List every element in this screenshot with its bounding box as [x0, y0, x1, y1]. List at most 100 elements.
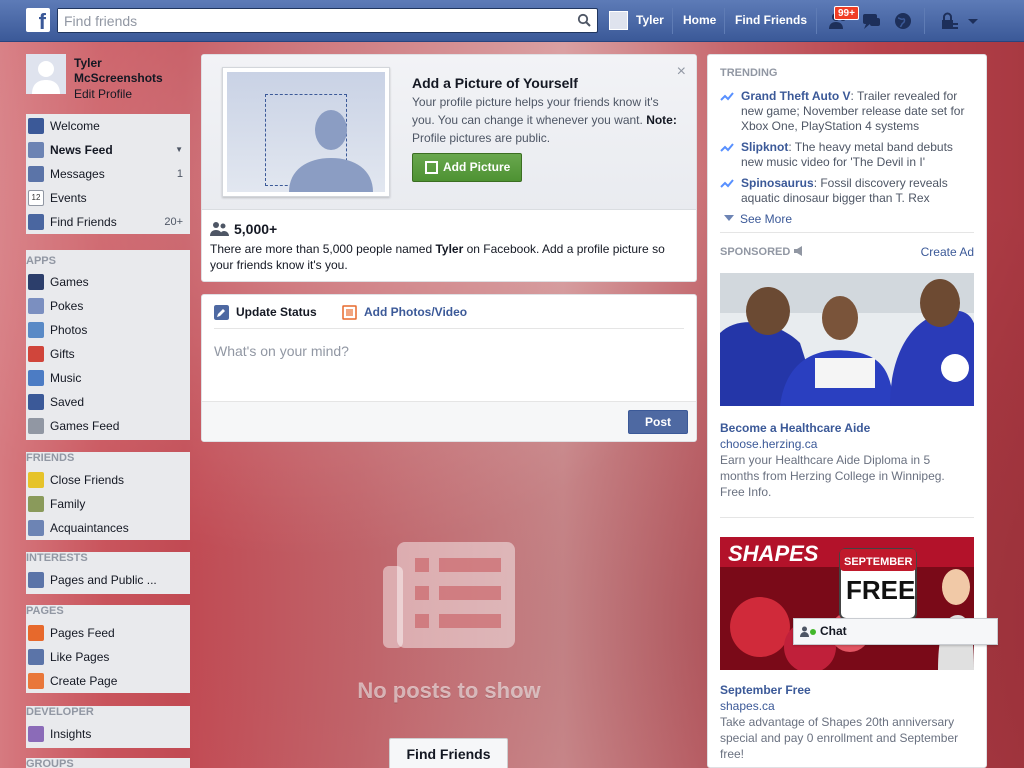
- ad-title[interactable]: September Free: [720, 683, 811, 697]
- sidebar-item-label: Acquaintances: [50, 521, 129, 535]
- trending-title[interactable]: Spinosaurus: [741, 176, 814, 190]
- find-friends-count: 20+: [164, 216, 183, 228]
- tab-add-photos-label: Add Photos/Video: [364, 305, 468, 319]
- post-button[interactable]: Post: [628, 410, 688, 434]
- sidebar-item-games-feed[interactable]: Games Feed: [26, 414, 190, 438]
- home-link[interactable]: Home: [683, 13, 716, 27]
- profile-link[interactable]: Tyler: [636, 13, 664, 27]
- edit-profile-link[interactable]: Edit Profile: [74, 87, 132, 101]
- divider: [720, 232, 974, 233]
- composer-footer: Post: [202, 401, 696, 441]
- notifications-globe-icon[interactable]: [892, 10, 914, 32]
- sidebar-item-create-page[interactable]: Create Page: [26, 669, 190, 693]
- profile-summary: Tyler McScreenshots Edit Profile: [26, 54, 190, 104]
- sidebar-item-games[interactable]: Games: [26, 270, 190, 294]
- tab-update-status[interactable]: Update Status: [214, 305, 317, 320]
- pages-section: PAGES Pages Feed Like Pages Create Page: [26, 605, 190, 693]
- trending-item[interactable]: Spinosaurus: Fossil discovery reveals aq…: [720, 176, 975, 206]
- sidebar-item-insights[interactable]: Insights: [26, 722, 190, 746]
- create-ad-link[interactable]: Create Ad: [921, 245, 974, 259]
- sidebar-item-welcome[interactable]: Welcome: [26, 114, 190, 138]
- person-silhouette-icon: [289, 110, 373, 192]
- sidebar-item-events[interactable]: 12 Events: [26, 186, 190, 210]
- nav-divider: [724, 8, 725, 34]
- close-friends-star-icon: [28, 472, 44, 488]
- sidebar-item-acquaintances[interactable]: Acquaintances: [26, 516, 190, 540]
- messages-icon: [28, 166, 44, 182]
- sidebar-item-label: Games: [50, 275, 89, 289]
- sponsored-header: SPONSORED: [720, 246, 805, 258]
- trending-title[interactable]: Grand Theft Auto V: [741, 89, 851, 103]
- sidebar-item-label: Saved: [50, 395, 85, 409]
- megaphone-icon: [794, 246, 803, 256]
- privacy-lock-icon[interactable]: [938, 10, 960, 32]
- profile-avatar[interactable]: [26, 54, 66, 94]
- chat-sidebar-button[interactable]: Chat: [793, 618, 998, 645]
- pencil-icon: [214, 305, 229, 320]
- games-icon: [28, 274, 44, 290]
- sidebar-item-label: Welcome: [50, 119, 100, 133]
- photo-icon: [342, 305, 357, 320]
- ad-domain[interactable]: shapes.ca: [720, 699, 775, 713]
- close-icon[interactable]: ×: [677, 63, 686, 81]
- sidebar-item-messages[interactable]: Messages 1: [26, 162, 190, 186]
- shapes-logo-text: SHAPES: [728, 541, 819, 566]
- sidebar-item-pages-feed[interactable]: Pages Feed: [26, 621, 190, 645]
- add-profile-picture-card: Add a Picture of Yourself Your profile p…: [201, 54, 697, 282]
- sidebar-item-like-pages[interactable]: Like Pages: [26, 645, 190, 669]
- like-thumb-icon: [28, 649, 44, 665]
- pages-header: PAGES: [26, 605, 64, 617]
- sidebar-item-gifts[interactable]: Gifts: [26, 342, 190, 366]
- sidebar-item-label: Messages: [50, 167, 105, 181]
- profile-picture-frame[interactable]: [222, 67, 390, 197]
- search-icon[interactable]: [577, 13, 591, 27]
- trending-title[interactable]: Slipknot: [741, 140, 788, 154]
- add-picture-button[interactable]: Add Picture: [412, 153, 522, 182]
- friends-header: FRIENDS: [26, 452, 75, 464]
- sidebar-item-pages-and-public[interactable]: Pages and Public ...: [26, 568, 190, 592]
- news-feed-options-chevron-icon[interactable]: ▼: [175, 138, 183, 162]
- welcome-icon: [28, 118, 44, 134]
- find-friends-button[interactable]: Find Friends: [389, 738, 508, 768]
- ad-domain[interactable]: choose.herzing.ca: [720, 437, 817, 451]
- see-more-link[interactable]: See More: [724, 212, 792, 226]
- sidebar-item-close-friends[interactable]: Close Friends: [26, 468, 190, 492]
- ad-title[interactable]: Become a Healthcare Aide: [720, 421, 870, 435]
- trending-header: TRENDING: [720, 67, 778, 79]
- sidebar-item-news-feed[interactable]: News Feed ▼: [26, 138, 190, 162]
- composer-tabs: Update Status Add Photos/Video: [214, 295, 684, 329]
- sidebar-item-label: Close Friends: [50, 473, 125, 487]
- find-friends-link[interactable]: Find Friends: [735, 13, 807, 27]
- user-avatar[interactable]: [609, 11, 628, 30]
- pages-feed-rss-icon: [28, 572, 44, 588]
- profile-name[interactable]: Tyler McScreenshots: [74, 56, 174, 86]
- sidebar-item-family[interactable]: Family: [26, 492, 190, 516]
- search-input[interactable]: [58, 9, 558, 32]
- sidebar-item-label: Pokes: [50, 299, 84, 313]
- developer-header: DEVELOPER: [26, 706, 94, 718]
- sidebar-item-photos[interactable]: Photos: [26, 318, 190, 342]
- developer-section: DEVELOPER Insights: [26, 706, 190, 748]
- sidebar-item-pokes[interactable]: Pokes: [26, 294, 190, 318]
- facebook-logo[interactable]: f: [26, 8, 50, 32]
- interests-section: INTERESTS Pages and Public ...: [26, 552, 190, 594]
- trending-arrow-icon: [720, 179, 734, 188]
- status-input[interactable]: What's on your mind?: [214, 343, 349, 359]
- chevron-down-icon: [724, 215, 734, 221]
- add-picture-button-label: Add Picture: [443, 160, 511, 174]
- trending-item[interactable]: Grand Theft Auto V: Trailer revealed for…: [720, 89, 975, 134]
- ad-image-shapes[interactable]: SHAPES SEPTEMBER FREE: [720, 537, 974, 670]
- status-composer: Update Status Add Photos/Video What's on…: [201, 294, 697, 442]
- divider: [720, 517, 974, 518]
- sidebar-item-find-friends[interactable]: Find Friends 20+: [26, 210, 190, 234]
- messages-count: 1: [176, 168, 183, 180]
- tab-add-photos-video[interactable]: Add Photos/Video: [342, 305, 468, 320]
- sidebar-item-music[interactable]: Music: [26, 366, 190, 390]
- messages-icon[interactable]: [860, 10, 882, 32]
- shapes-ad-photo: SHAPES SEPTEMBER FREE: [720, 537, 974, 670]
- ad-image-healthcare[interactable]: [720, 273, 974, 406]
- trending-item[interactable]: Slipknot: The heavy metal band debuts ne…: [720, 140, 975, 170]
- sidebar-item-saved[interactable]: Saved: [26, 390, 190, 414]
- acquaintances-icon: [28, 520, 44, 536]
- account-menu-chevron-down-icon[interactable]: [966, 10, 980, 32]
